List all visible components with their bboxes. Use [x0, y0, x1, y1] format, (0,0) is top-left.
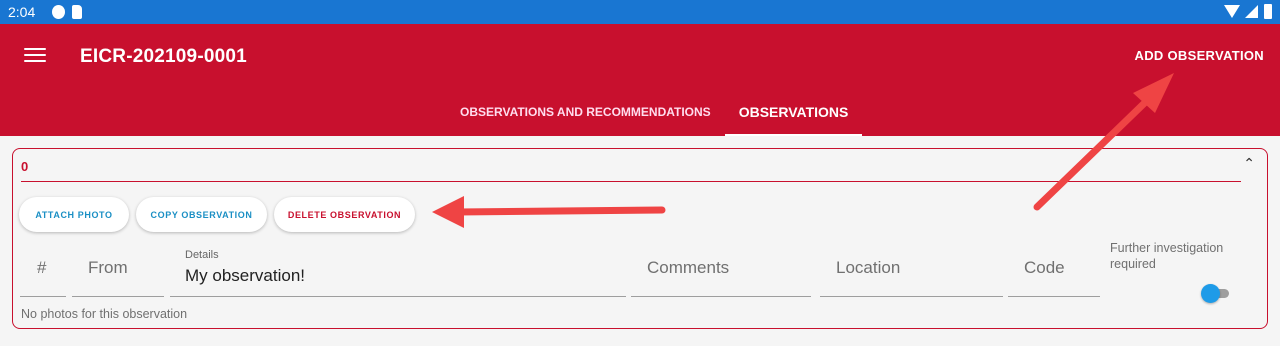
comments-placeholder: Comments: [647, 258, 730, 277]
number-field[interactable]: #: [20, 239, 66, 297]
from-field[interactable]: From: [72, 239, 164, 297]
status-bar: 2:04: [0, 0, 1280, 24]
observation-index: 0: [21, 159, 29, 174]
tab-observations-and-recommendations[interactable]: OBSERVATIONS AND RECOMMENDATIONS: [446, 98, 725, 136]
further-investigation-toggle[interactable]: [1201, 283, 1231, 303]
details-label: Details: [185, 249, 219, 261]
details-value: My observation!: [185, 266, 305, 285]
code-field[interactable]: Code: [1008, 239, 1100, 297]
tab-observations[interactable]: OBSERVATIONS: [724, 98, 863, 136]
further-investigation-label: Further investigation required: [1110, 241, 1224, 271]
observation-card: 0 ⌃ ATTACH PHOTO COPY OBSERVATION DELETE…: [12, 148, 1268, 329]
chevron-up-icon[interactable]: ⌃: [1243, 155, 1255, 172]
location-field[interactable]: Location: [820, 239, 1003, 297]
details-field[interactable]: Details My observation!: [170, 239, 626, 297]
attach-photo-button[interactable]: ATTACH PHOTO: [19, 197, 129, 232]
comments-field[interactable]: Comments: [631, 239, 811, 297]
sd-card-icon: [72, 5, 82, 19]
p-app-icon: [52, 5, 65, 19]
wifi-icon: [1224, 5, 1240, 18]
code-placeholder: Code: [1024, 258, 1065, 277]
page-title: EICR-202109-0001: [80, 46, 247, 67]
tab-bar: OBSERVATIONS AND RECOMMENDATIONS OBSERVA…: [446, 98, 863, 136]
copy-observation-button[interactable]: COPY OBSERVATION: [136, 197, 267, 232]
app-bar: EICR-202109-0001 ADD OBSERVATION OBSERVA…: [0, 24, 1280, 136]
from-placeholder: From: [88, 258, 128, 277]
no-photos-message: No photos for this observation: [21, 307, 188, 321]
signal-icon: [1245, 5, 1258, 18]
divider: [21, 181, 1241, 182]
hamburger-menu-icon[interactable]: [24, 48, 46, 66]
delete-observation-button[interactable]: DELETE OBSERVATION: [274, 197, 415, 232]
number-placeholder: #: [37, 258, 47, 277]
status-time: 2:04: [8, 4, 36, 20]
location-placeholder: Location: [836, 258, 901, 277]
battery-icon: [1264, 4, 1272, 19]
add-observation-button[interactable]: ADD OBSERVATION: [1135, 48, 1264, 63]
